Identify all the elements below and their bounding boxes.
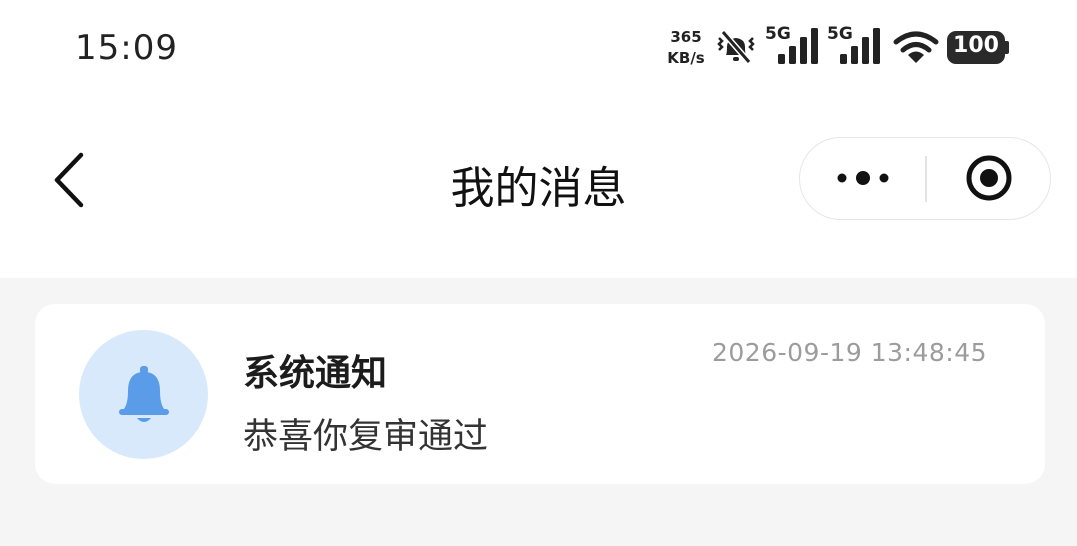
message-title: 系统通知 (243, 353, 388, 394)
navigation-bar: 我的消息 (0, 100, 1077, 278)
close-button[interactable] (927, 138, 1050, 218)
network-speed-unit: KB/s (667, 49, 705, 67)
more-button[interactable] (800, 138, 925, 218)
status-time: 15:09 (75, 28, 178, 68)
signal-icon (840, 28, 880, 64)
more-dots-icon (837, 171, 888, 185)
message-timestamp: 2026-09-19 13:48:45 (711, 338, 987, 367)
message-card[interactable]: 系统通知 恭喜你复审通过 2026-09-19 13:48:45 (35, 304, 1045, 484)
record-circle-icon (966, 155, 1011, 201)
battery-level: 100 (953, 33, 999, 58)
wifi-icon (893, 31, 939, 63)
signal-icon (778, 28, 818, 64)
message-body: 恭喜你复审通过 (243, 417, 489, 457)
battery-icon: 100 (947, 31, 1011, 65)
network-speed-value: 365 (670, 28, 702, 46)
network-speed: 365 KB/s (664, 27, 708, 69)
status-bar: 15:09 365 KB/s 5G 5G 100 (0, 0, 1077, 100)
bell-icon (118, 365, 169, 422)
sim1-signal: 5G (765, 24, 825, 66)
message-list: 系统通知 恭喜你复审通过 2026-09-19 13:48:45 (0, 278, 1077, 546)
mini-program-capsule (799, 137, 1051, 220)
message-avatar (79, 330, 208, 459)
mute-vibrate-icon (717, 30, 755, 64)
sim2-signal: 5G (827, 24, 887, 66)
